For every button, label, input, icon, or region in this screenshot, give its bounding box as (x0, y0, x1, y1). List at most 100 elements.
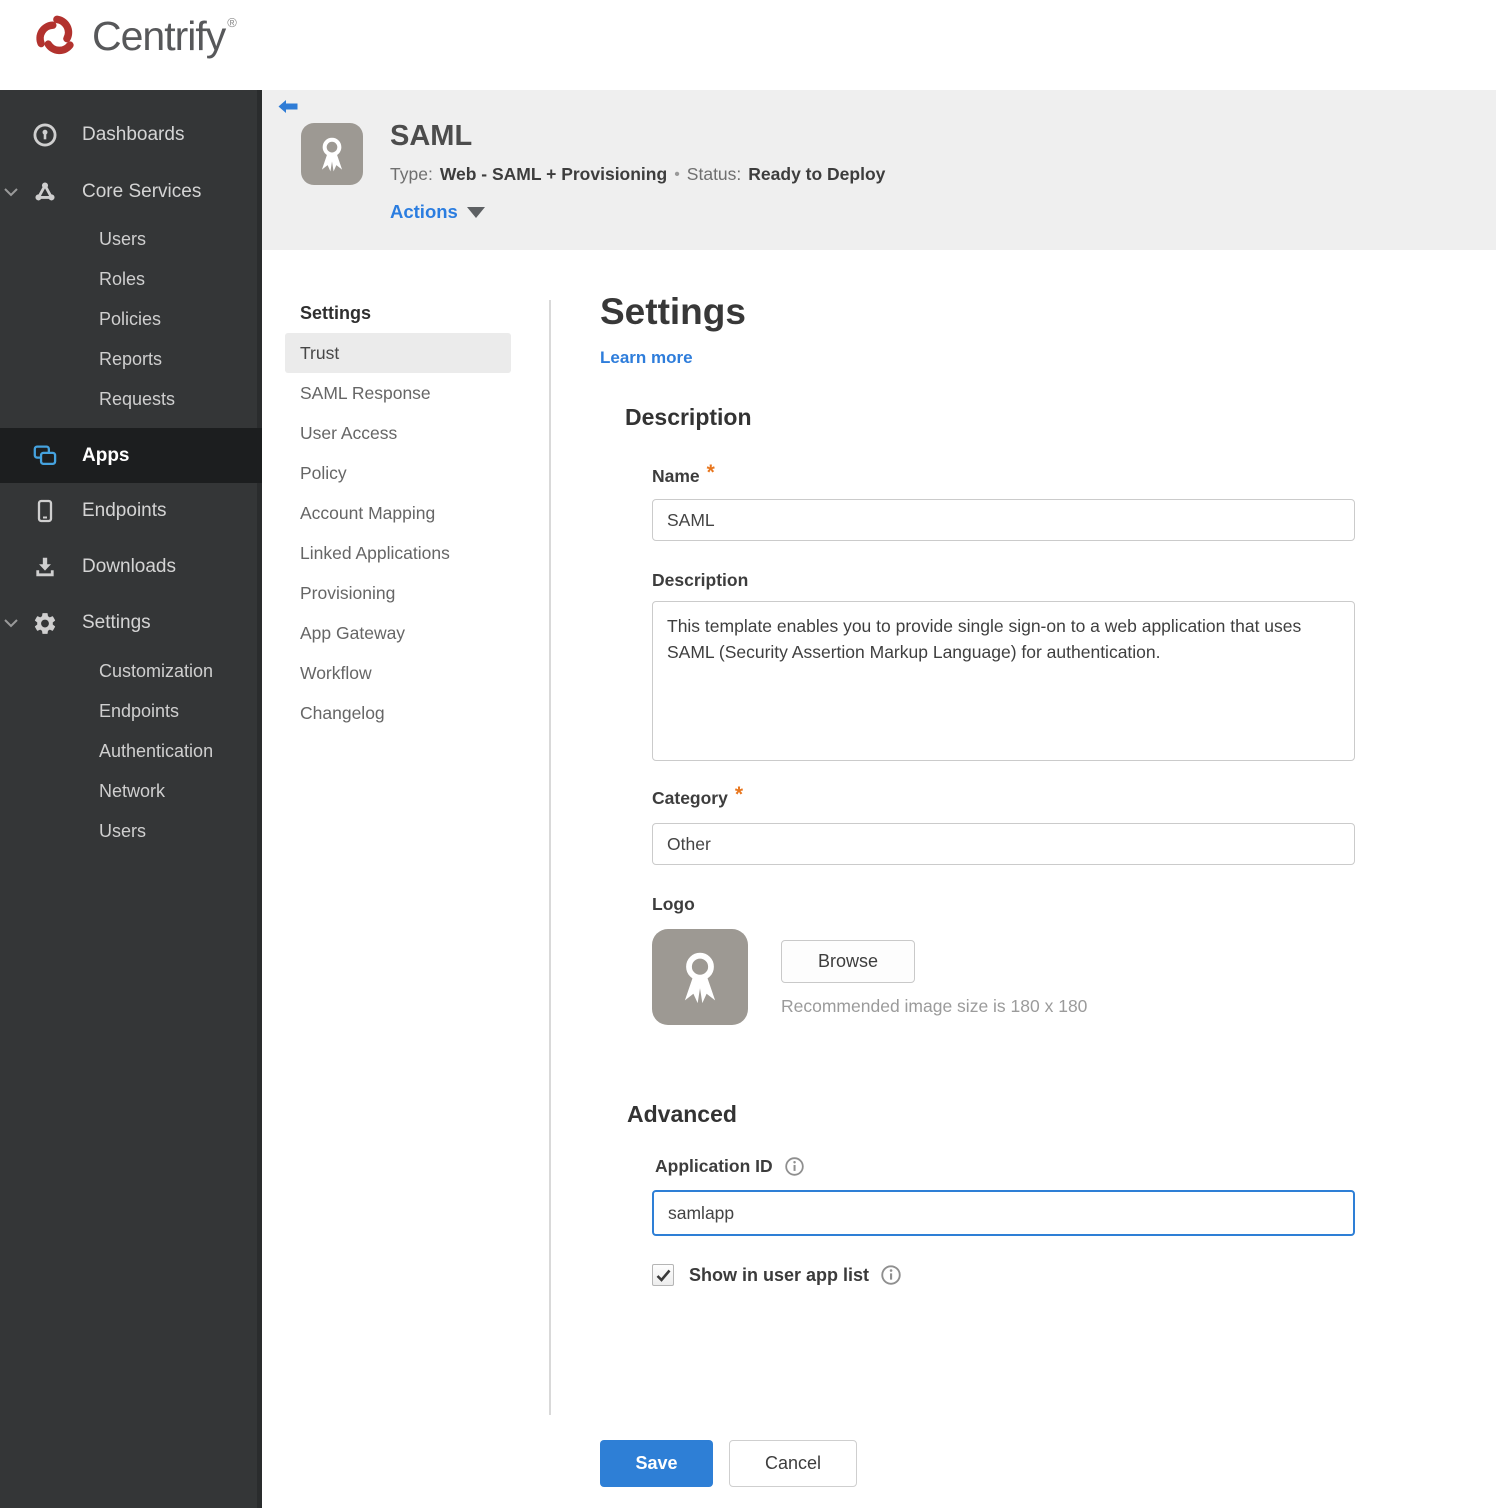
sidebar-item-settings-users[interactable]: Users (0, 811, 262, 851)
sidebar-item-label: Roles (99, 268, 146, 289)
required-asterisk: * (706, 461, 715, 484)
type-value: Web - SAML + Provisioning (439, 164, 668, 184)
save-button[interactable]: Save (600, 1440, 713, 1487)
brand-logo: Centrify ® (28, 6, 237, 66)
sidebar-item-policies[interactable]: Policies (0, 299, 262, 339)
info-icon[interactable] (881, 1265, 901, 1285)
sidebar-item-label: Network (99, 780, 166, 801)
subnav-item-app-gateway[interactable]: App Gateway (285, 613, 511, 653)
status-badge: Ready to Deploy (748, 164, 886, 184)
sidebar-item-users[interactable]: Users (0, 219, 262, 259)
sidebar-item-label: Apps (82, 444, 130, 466)
sidebar: Dashboards Core Services Users Roles Pol… (0, 90, 262, 1508)
category-field[interactable] (652, 823, 1355, 865)
sidebar-item-requests[interactable]: Requests (0, 379, 262, 419)
learn-more-link[interactable]: Learn more (600, 348, 693, 368)
name-field[interactable] (652, 499, 1355, 541)
sidebar-item-label: Core Services (82, 181, 202, 202)
sidebar-item-settings-endpoints[interactable]: Endpoints (0, 691, 262, 731)
subnav-heading: Settings (300, 302, 372, 323)
checkmark-icon (656, 1269, 670, 1282)
sidebar-item-settings[interactable]: Settings (0, 603, 262, 643)
sidebar-item-roles[interactable]: Roles (0, 259, 262, 299)
gear-icon (32, 610, 58, 636)
description-section-heading: Description (625, 404, 752, 430)
subnav-item-saml-response[interactable]: SAML Response (285, 373, 511, 413)
actions-dropdown[interactable]: Actions (390, 201, 885, 223)
status-label: Status: (686, 164, 742, 184)
form-footer: Save Cancel (600, 1440, 857, 1487)
top-bar: Centrify ® (0, 0, 1496, 90)
sidebar-item-label: Authentication (99, 740, 214, 761)
subnav-item-linked-applications[interactable]: Linked Applications (285, 533, 511, 573)
browse-button[interactable]: Browse (781, 940, 915, 983)
sidebar-item-core-services[interactable]: Core Services (0, 172, 262, 212)
application-id-field[interactable] (652, 1190, 1355, 1236)
type-label: Type: (390, 164, 433, 184)
info-icon[interactable] (784, 1157, 804, 1176)
sidebar-item-label: Endpoints (82, 500, 167, 521)
application-id-label: Application ID (655, 1156, 804, 1177)
sidebar-item-reports[interactable]: Reports (0, 339, 262, 379)
brand-name: Centrify (92, 12, 226, 59)
back-arrow-icon[interactable] (278, 99, 298, 120)
subnav-item-provisioning[interactable]: Provisioning (285, 573, 511, 613)
description-label: Description (652, 570, 749, 590)
sidebar-item-label: Reports (99, 348, 163, 369)
advanced-section-heading: Advanced (627, 1101, 737, 1127)
subnav-item-account-mapping[interactable]: Account Mapping (285, 493, 511, 533)
core-services-icon (32, 179, 58, 205)
logo-preview-tile (652, 929, 748, 1025)
page-title: Settings (600, 291, 746, 332)
sidebar-item-authentication[interactable]: Authentication (0, 731, 262, 771)
centrify-swirl-icon (36, 15, 74, 55)
subnav-item-policy[interactable]: Policy (285, 453, 511, 493)
sidebar-item-label: Customization (99, 660, 214, 681)
ribbon-icon (321, 137, 343, 172)
sidebar-item-label: Users (99, 228, 147, 249)
sidebar-item-network[interactable]: Network (0, 771, 262, 811)
category-label: Category * (652, 783, 744, 808)
app-logo-tile (301, 123, 363, 185)
sidebar-item-downloads[interactable]: Downloads (0, 547, 262, 587)
sidebar-item-label: Requests (99, 388, 176, 409)
sidebar-item-apps[interactable]: Apps (0, 428, 262, 483)
actions-label: Actions (390, 201, 458, 222)
settings-subnav: Settings Trust SAML Response User Access… (285, 293, 511, 733)
show-in-app-list-label: Show in user app list (689, 1264, 870, 1285)
sidebar-item-label: Users (99, 820, 147, 841)
logo-label: Logo (652, 894, 695, 914)
subnav-item-changelog[interactable]: Changelog (285, 693, 511, 733)
vertical-divider (549, 300, 551, 1415)
sidebar-item-label: Downloads (82, 556, 176, 577)
chevron-down-icon (4, 618, 20, 628)
sidebar-item-label: Dashboards (82, 124, 185, 145)
sidebar-item-customization[interactable]: Customization (0, 651, 262, 691)
sidebar-item-label: Settings (82, 612, 151, 633)
name-label: Name * (652, 461, 715, 486)
separator-dot: • (674, 165, 680, 183)
show-in-app-list-row: Show in user app list (652, 1264, 901, 1286)
app-header: SAML Type: Web - SAML + Provisioning • S… (262, 90, 1496, 250)
sidebar-item-endpoints[interactable]: Endpoints (0, 491, 262, 531)
app-title: SAML (390, 120, 473, 152)
subnav-item-workflow[interactable]: Workflow (285, 653, 511, 693)
cancel-button[interactable]: Cancel (729, 1440, 857, 1487)
download-icon (32, 554, 58, 580)
recommended-size-text: Recommended image size is 180 x 180 (781, 996, 1088, 1016)
sidebar-item-dashboards[interactable]: Dashboards (0, 115, 262, 155)
subnav-item-trust[interactable]: Trust (285, 333, 511, 373)
brand-trademark: ® (227, 14, 237, 30)
dropdown-triangle-icon (466, 206, 485, 218)
ribbon-icon (684, 952, 716, 1004)
show-in-app-list-checkbox[interactable] (652, 1264, 674, 1286)
smartphone-icon (32, 498, 58, 524)
sidebar-item-label: Endpoints (99, 700, 180, 721)
sidebar-item-label: Policies (99, 308, 162, 329)
chevron-down-icon (4, 187, 20, 197)
required-asterisk: * (734, 783, 744, 806)
gauge-icon (32, 122, 58, 148)
subnav-item-user-access[interactable]: User Access (285, 413, 511, 453)
apps-icon (32, 443, 58, 469)
description-field[interactable]: This template enables you to provide sin… (652, 601, 1355, 761)
